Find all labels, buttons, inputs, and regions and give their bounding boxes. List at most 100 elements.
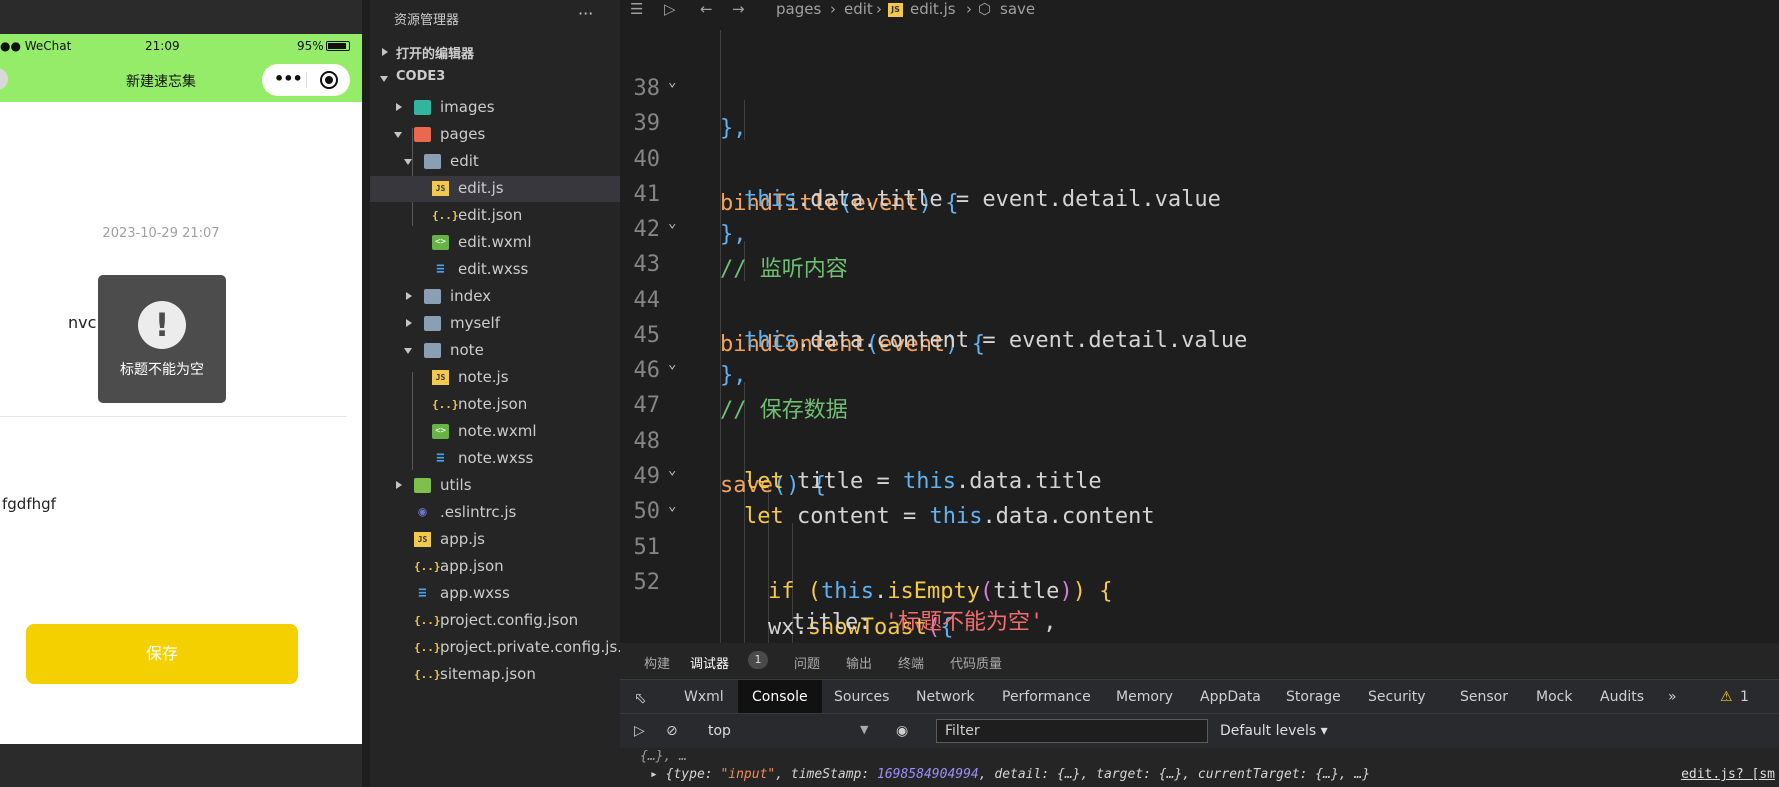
tab-console[interactable]: Console	[738, 680, 822, 714]
code-line[interactable]: 51 ⌄ wx.showToast({	[620, 486, 1779, 640]
content-textarea[interactable]: fgdfhgf	[2, 495, 56, 513]
breadcrumb-item[interactable]: edit	[844, 0, 873, 18]
breadcrumb-item[interactable]: save	[1000, 0, 1035, 18]
code-line[interactable]: 48 let title = this.data.title	[620, 382, 1779, 494]
tree-item-utils[interactable]: utils	[370, 473, 620, 499]
chevron-right-icon	[406, 292, 412, 300]
tab-debugger[interactable]: 调试器	[690, 653, 729, 672]
chevron-down-icon[interactable]: ⌄	[668, 62, 676, 102]
tree-item-edit-wxml[interactable]: <> edit.wxml	[370, 230, 620, 256]
list-icon[interactable]: ☰	[630, 0, 643, 18]
warning-count: 1	[1740, 689, 1749, 705]
warning-icon[interactable]: ⚠	[1720, 689, 1733, 705]
more-actions-icon[interactable]: ···	[578, 4, 593, 23]
battery-level: 95%	[297, 39, 324, 53]
tab-sensor[interactable]: Sensor	[1460, 689, 1508, 705]
tree-item-edit-json[interactable]: {..} edit.json	[370, 203, 620, 229]
code-line[interactable]: 42 // 监听内容	[620, 170, 1779, 282]
tab-problems[interactable]: 问题	[794, 653, 820, 672]
tree-item-eslintrc[interactable]: ◉ .eslintrc.js	[370, 500, 620, 526]
console-toolbar: ▷ ⊘ top ▼ ◉ Default levels ▾	[620, 713, 1779, 748]
back-arrow-icon[interactable]: ←	[700, 0, 713, 18]
code-line[interactable]: 38 },	[620, 29, 1779, 141]
bookmark-icon[interactable]: ▷	[664, 0, 676, 18]
more-icon[interactable]: •••	[274, 69, 303, 88]
code-line[interactable]: 50 ⌄ if (this.isEmpty(title)) {	[620, 450, 1779, 604]
tree-item-project-private-config[interactable]: {..} project.private.config.js...	[370, 635, 620, 661]
more-tabs-icon[interactable]: »	[1668, 689, 1677, 705]
eye-icon[interactable]: ◉	[896, 723, 908, 739]
code-line[interactable]: 40 this.data.title = event.detail.value	[620, 100, 1779, 212]
tree-item-note-js[interactable]: JS note.js	[370, 365, 620, 391]
open-editors-section[interactable]: 打开的编辑器	[370, 40, 620, 66]
log-levels-dropdown[interactable]: Default levels ▾	[1220, 723, 1328, 739]
console-log-entry[interactable]: ▸ {type: "input", timeStamp: 16985849049…	[650, 767, 1775, 782]
tree-item-note-json[interactable]: {..} note.json	[370, 392, 620, 418]
tree-item-app-wxss[interactable]: ≡ app.wxss	[370, 581, 620, 607]
tree-item-index[interactable]: index	[370, 284, 620, 310]
tab-terminal[interactable]: 终端	[898, 653, 924, 672]
forward-arrow-icon[interactable]: →	[732, 0, 745, 18]
tab-appdata[interactable]: AppData	[1200, 689, 1261, 705]
tab-memory[interactable]: Memory	[1116, 689, 1173, 705]
code-line[interactable]: 52 title: '标题不能为空',	[620, 523, 1779, 635]
js-file-icon: JS	[432, 370, 449, 385]
tab-code-quality[interactable]: 代码质量	[950, 653, 1002, 672]
tree-item-edit[interactable]: edit	[370, 149, 620, 175]
close-miniprogram-icon[interactable]	[320, 71, 338, 89]
tree-item-note[interactable]: note	[370, 338, 620, 364]
code-line[interactable]: 39 ⌄ bindTitle(event) {	[620, 62, 1779, 216]
tree-item-label: app.json	[440, 557, 504, 575]
tree-item-note-wxss[interactable]: ≡ note.wxss	[370, 446, 620, 472]
clear-console-icon[interactable]: ⊘	[666, 723, 678, 739]
tree-item-app-js[interactable]: JS app.js	[370, 527, 620, 553]
filter-input[interactable]	[937, 721, 1213, 741]
context-selector[interactable]: top	[708, 723, 731, 739]
chevron-down-icon[interactable]: ⌄	[668, 344, 676, 384]
code-line[interactable]: 45 },	[620, 276, 1779, 388]
code-line[interactable]: 44 this.data.content = event.detail.valu…	[620, 241, 1779, 353]
code-line[interactable]: 43 ⌄ bindContent(event) {	[620, 203, 1779, 357]
tab-audits[interactable]: Audits	[1600, 689, 1644, 705]
folder-utils-icon	[414, 478, 431, 493]
token: (	[807, 579, 821, 604]
code-line[interactable]: 49 let content = this.data.content	[620, 417, 1779, 529]
code-line[interactable]: 46 // 保存数据	[620, 311, 1779, 423]
divider	[0, 416, 346, 417]
tree-item-sitemap[interactable]: {..} sitemap.json	[370, 662, 620, 688]
breadcrumb-item[interactable]: pages	[776, 0, 821, 18]
chevron-down-icon[interactable]: ⌄	[668, 486, 676, 526]
tab-storage[interactable]: Storage	[1286, 689, 1341, 705]
tab-sources[interactable]: Sources	[834, 689, 889, 705]
tree-item-myself[interactable]: myself	[370, 311, 620, 337]
save-button[interactable]: 保存	[26, 624, 298, 684]
title-input[interactable]: nvc	[68, 313, 96, 332]
code-editor[interactable]: ☰ ▷ ← → pages › edit › JS edit.js › ⬡ sa…	[620, 0, 1779, 648]
project-section[interactable]: CODE3	[370, 66, 620, 92]
chevron-down-icon[interactable]: ⌄	[668, 450, 676, 490]
source-link[interactable]: edit.js? [sm	[1681, 767, 1775, 782]
json-file-icon: {..}	[432, 209, 459, 222]
tab-security[interactable]: Security	[1368, 689, 1426, 705]
tree-item-note-wxml[interactable]: <> note.wxml	[370, 419, 620, 445]
tree-item-edit-wxss[interactable]: ≡ edit.wxss	[370, 257, 620, 283]
tab-network[interactable]: Network	[916, 689, 974, 705]
tree-item-pages[interactable]: pages	[370, 122, 620, 148]
chevron-down-icon[interactable]: ⌄	[668, 203, 676, 243]
inspect-icon[interactable]: ⬁	[634, 689, 647, 707]
tree-item-app-json[interactable]: {..} app.json	[370, 554, 620, 580]
tree-item-project-config[interactable]: {..} project.config.json	[370, 608, 620, 634]
tree-item-edit-js[interactable]: JS edit.js	[370, 176, 620, 202]
tab-performance[interactable]: Performance	[1002, 689, 1091, 705]
tab-wxml[interactable]: Wxml	[684, 689, 724, 705]
code-line[interactable]: 41 },	[620, 135, 1779, 247]
tab-mock[interactable]: Mock	[1536, 689, 1572, 705]
tree-item-label: note	[450, 341, 484, 359]
tab-output[interactable]: 输出	[846, 653, 872, 672]
breadcrumb-item[interactable]: edit.js	[910, 0, 956, 18]
tab-build[interactable]: 构建	[644, 653, 670, 672]
filter-field[interactable]	[936, 719, 1213, 743]
code-line[interactable]: 47 ⌄ save() {	[620, 344, 1779, 498]
sidebar-toggle-icon[interactable]: ▷	[634, 723, 645, 739]
tree-item-images[interactable]: images	[370, 95, 620, 121]
